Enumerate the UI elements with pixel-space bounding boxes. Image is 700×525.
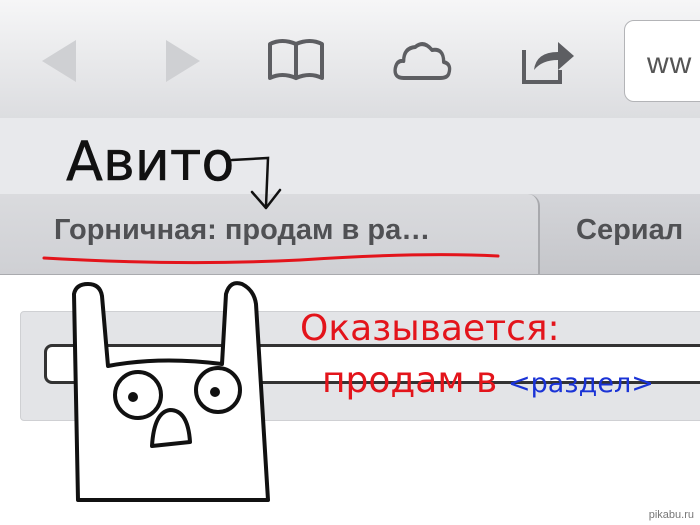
forward-arrow-icon[interactable]	[152, 34, 212, 88]
bookmarks-book-icon[interactable]	[266, 34, 326, 88]
share-icon[interactable]	[518, 34, 578, 88]
address-bar-text: ww	[647, 47, 693, 80]
address-bar[interactable]: ww	[624, 20, 700, 102]
search-input[interactable]	[44, 344, 700, 384]
tab-active[interactable]: Горничная: продам в ра…	[0, 194, 540, 274]
tab-title-next[interactable]: Сериал	[576, 214, 683, 247]
back-arrow-icon[interactable]	[32, 34, 92, 88]
watermark: pikabu.ru	[648, 509, 694, 521]
browser-toolbar: ww	[0, 0, 700, 119]
tab-title-active: Горничная: продам в ра…	[54, 214, 431, 246]
annotation-area	[0, 118, 700, 194]
page-content	[0, 275, 700, 525]
icloud-cloud-icon[interactable]	[392, 34, 452, 88]
tab-strip: Горничная: продам в ра… Сериал	[0, 194, 700, 275]
